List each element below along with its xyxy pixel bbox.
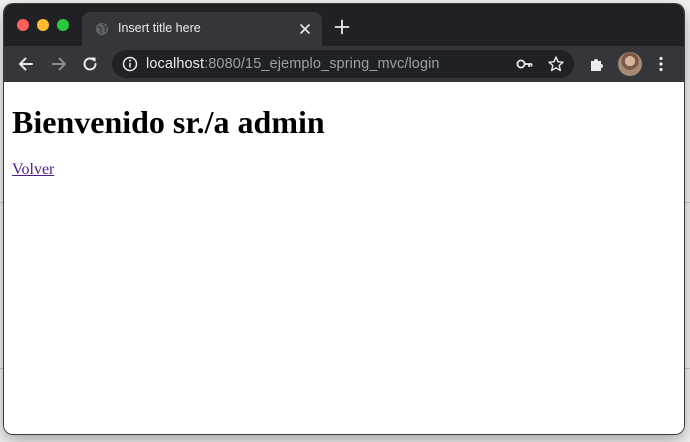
info-icon[interactable]: [122, 56, 138, 72]
forward-arrow-icon[interactable]: [50, 55, 68, 73]
background-divider: [684, 202, 690, 203]
page-title: Bienvenido sr./a admin: [12, 104, 325, 140]
background-divider: [684, 368, 690, 369]
more-options-icon[interactable]: [652, 55, 670, 73]
close-window-button[interactable]: [17, 19, 29, 31]
new-tab-icon[interactable]: [334, 19, 350, 35]
close-tab-icon[interactable]: [296, 20, 314, 38]
avatar[interactable]: [618, 52, 642, 76]
tab-active[interactable]: Insert title here: [82, 12, 322, 46]
browser-window: Insert title here localhost:8080/15_ejem…: [4, 4, 684, 434]
maximize-window-button[interactable]: [57, 19, 69, 31]
key-icon[interactable]: [516, 56, 534, 72]
puzzle-icon[interactable]: [588, 55, 606, 73]
address-bar[interactable]: localhost:8080/15_ejemplo_spring_mvc/log…: [112, 50, 574, 78]
page-content: Bienvenido sr./a admin Volver: [4, 82, 684, 434]
url-path: :8080/15_ejemplo_spring_mvc/login: [204, 56, 440, 72]
url-host: localhost: [146, 56, 205, 72]
reload-icon[interactable]: [81, 55, 99, 73]
tab-strip: Insert title here: [4, 4, 684, 46]
minimize-window-button[interactable]: [37, 19, 49, 31]
star-icon[interactable]: [547, 55, 565, 73]
browser-toolbar: localhost:8080/15_ejemplo_spring_mvc/log…: [4, 46, 684, 82]
back-link[interactable]: Volver: [12, 161, 54, 179]
url-text: localhost:8080/15_ejemplo_spring_mvc/log…: [146, 56, 440, 72]
globe-icon: [95, 22, 109, 36]
back-arrow-icon[interactable]: [17, 55, 35, 73]
tab-title: Insert title here: [118, 21, 201, 35]
